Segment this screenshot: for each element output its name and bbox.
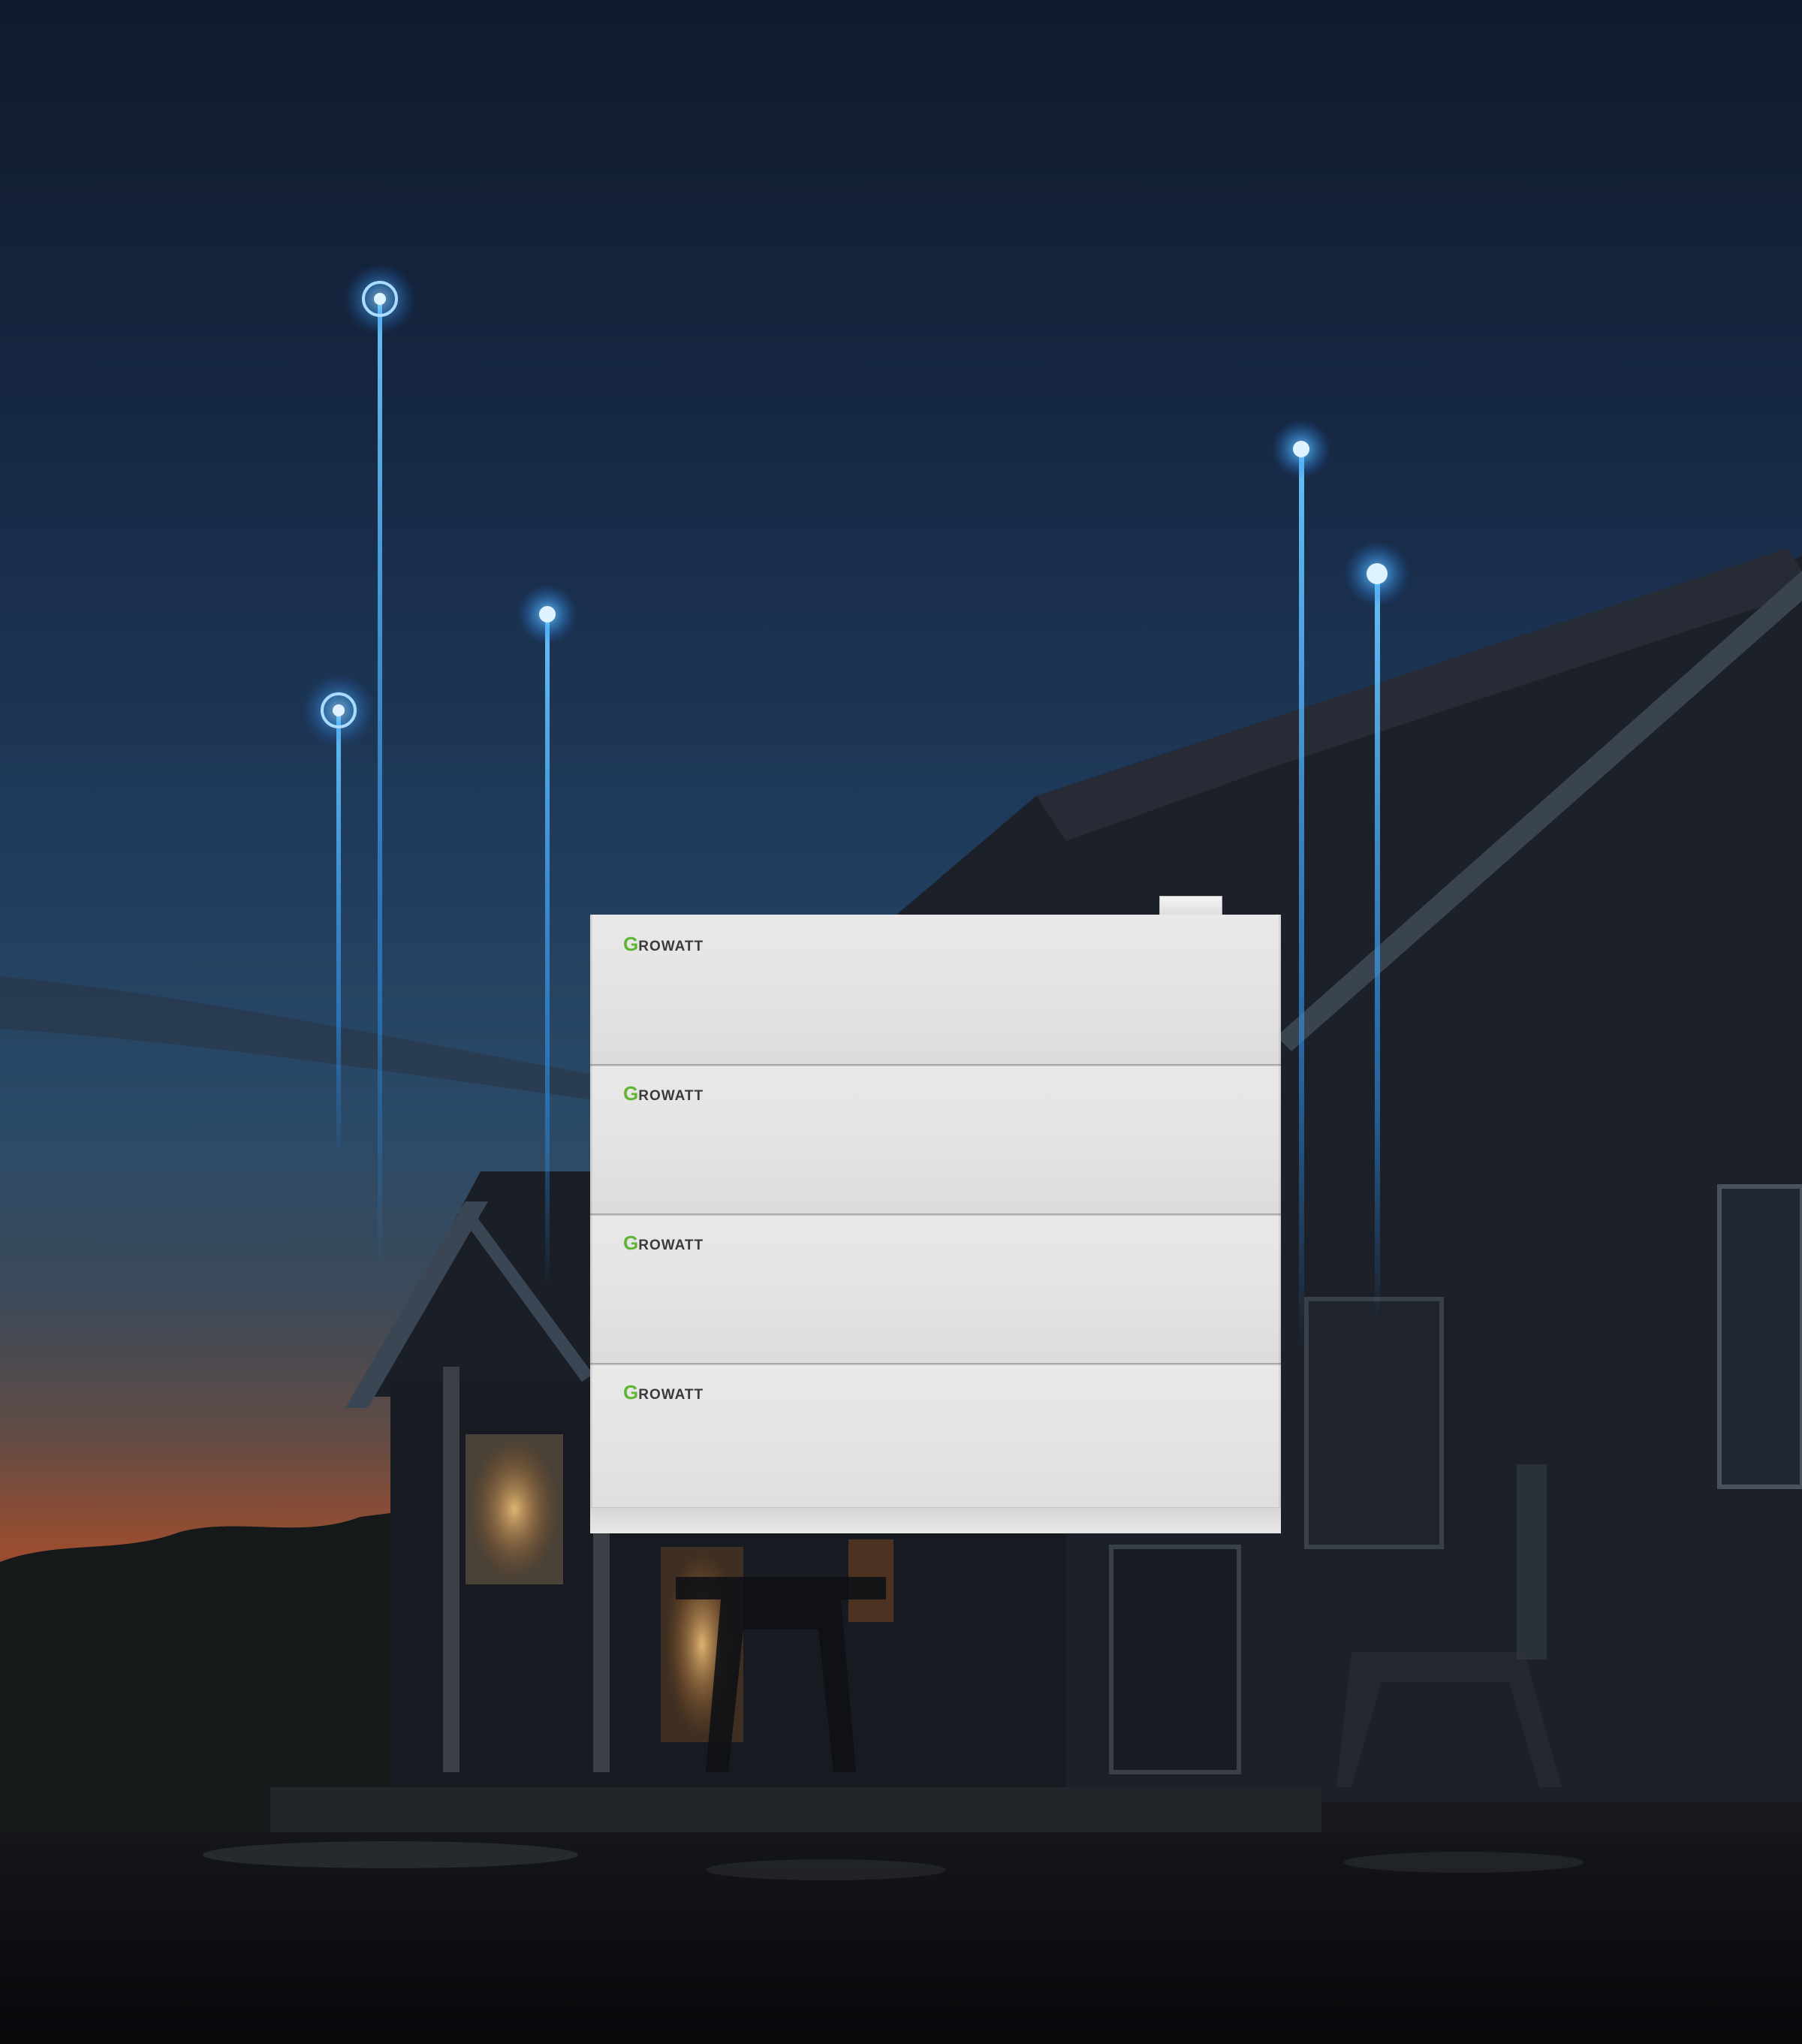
- module-edge: [1279, 915, 1281, 1064]
- module-edge: [590, 1064, 592, 1213]
- battery-top-connector: [1159, 896, 1222, 917]
- growatt-logo: G ROWATT: [623, 1382, 704, 1402]
- module-edge: [590, 1213, 592, 1363]
- battery-module: G ROWATT: [590, 1064, 1281, 1213]
- module-divider: [590, 1213, 1281, 1216]
- logo-initial: G: [623, 1082, 639, 1105]
- logo-initial: G: [623, 1232, 639, 1254]
- battery-module: G ROWATT: [590, 915, 1281, 1064]
- logo-text: ROWATT: [638, 1088, 704, 1104]
- growatt-logo: G ROWATT: [623, 934, 704, 954]
- logo-text: ROWATT: [638, 1238, 704, 1253]
- module-edge: [590, 915, 592, 1064]
- module-divider: [590, 1363, 1281, 1365]
- battery-module: G ROWATT: [590, 1213, 1281, 1363]
- module-edge: [1279, 1213, 1281, 1363]
- battery-base-plate: [590, 1507, 1281, 1533]
- growatt-logo: G ROWATT: [623, 1233, 704, 1253]
- module-divider: [590, 1064, 1281, 1066]
- battery-stack: G ROWATT G ROWATT G ROWATT G ROWATT: [590, 896, 1281, 1533]
- logo-text: ROWATT: [638, 1387, 704, 1403]
- module-edge: [1279, 1064, 1281, 1213]
- growatt-logo: G ROWATT: [623, 1084, 704, 1103]
- logo-initial: G: [623, 933, 639, 955]
- logo-text: ROWATT: [638, 939, 704, 954]
- logo-initial: G: [623, 1381, 639, 1403]
- battery-module: G ROWATT: [590, 1363, 1281, 1533]
